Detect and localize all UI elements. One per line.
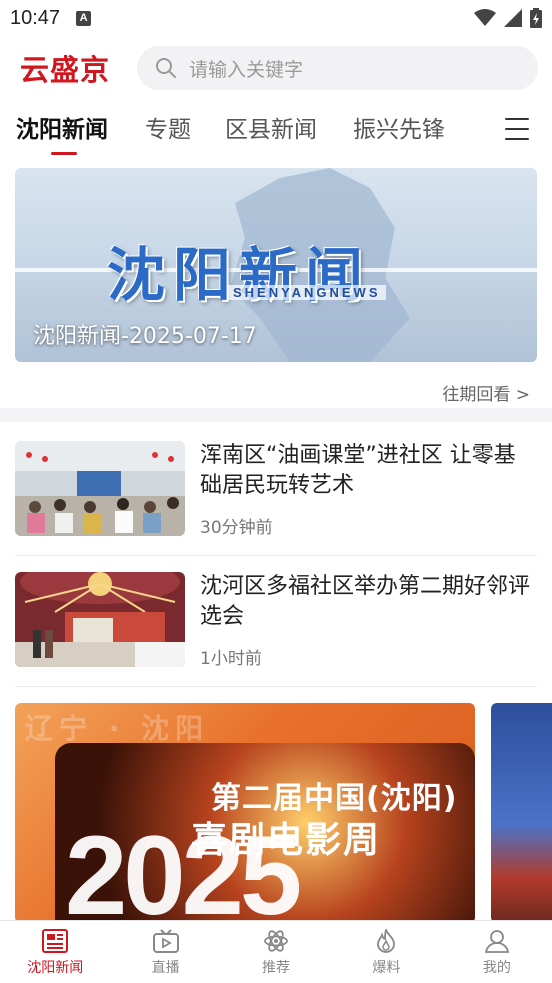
nav-label: 爆料	[372, 960, 401, 976]
feature-card-next[interactable]	[491, 703, 552, 923]
menu-icon[interactable]	[505, 118, 529, 140]
news-time: 30分钟前	[200, 518, 273, 538]
list-separator	[15, 686, 537, 687]
search-input[interactable]: 请输入关键字	[137, 46, 538, 90]
banner-caption: 沈阳新闻-2025-07-17	[33, 324, 257, 349]
nav-live[interactable]: 直播	[110, 921, 220, 983]
search-placeholder: 请输入关键字	[189, 58, 304, 81]
status-bar: 10:47 A	[0, 0, 552, 36]
tv-play-icon	[152, 929, 179, 953]
app-logo: 云盛京	[20, 53, 111, 87]
feature-card[interactable]: 辽宁 · 沈阳 2025 第二届中国(沈阳) 喜剧电影周	[15, 703, 475, 923]
nav-label: 推荐	[262, 960, 291, 976]
nav-label: 直播	[151, 960, 180, 976]
wifi-icon	[474, 9, 496, 26]
tab-shenyang-news[interactable]: 沈阳新闻	[16, 110, 108, 144]
user-icon	[484, 930, 509, 953]
tab-district-news[interactable]: 区县新闻	[225, 110, 317, 144]
news-headline: 沈河区多福社区举办第二期好邻评选会	[200, 574, 531, 629]
nav-label: 沈阳新闻	[27, 960, 84, 976]
nav-recommend[interactable]: 推荐	[221, 921, 331, 983]
flame-icon	[377, 929, 396, 953]
newspaper-icon	[42, 929, 69, 953]
search-icon	[156, 58, 176, 78]
atom-icon	[264, 930, 288, 952]
card-title-line2: 喜剧电影周	[191, 820, 382, 861]
banner-art-subtitle: SHENYANGNEWS	[227, 285, 387, 300]
nav-label: 我的	[482, 960, 511, 976]
channel-tabs: 沈阳新闻 专题 区县新闻 振兴先锋	[0, 104, 552, 160]
signal-icon	[504, 9, 522, 27]
status-time: 10:47	[10, 6, 61, 29]
nav-mine[interactable]: 我的	[442, 921, 552, 983]
battery-icon	[530, 8, 542, 28]
notification-icon: A	[76, 10, 92, 26]
bottom-navigation: 沈阳新闻 直播 推荐 爆料 我的	[0, 920, 552, 983]
card-ghost-text: 辽宁 · 沈阳	[25, 712, 210, 745]
news-time: 1小时前	[200, 649, 262, 669]
tab-special-topics[interactable]: 专题	[145, 110, 191, 144]
news-thumbnail	[15, 572, 185, 667]
news-headline: 浑南区“油画课堂”进社区 让零基础居民玩转艺术	[200, 443, 516, 498]
list-item[interactable]: 沈河区多福社区举办第二期好邻评选会 1小时前	[15, 572, 537, 688]
nav-tipoff[interactable]: 爆料	[331, 921, 441, 983]
section-divider	[0, 408, 552, 422]
tab-revitalization-pioneers[interactable]: 振兴先锋	[353, 110, 445, 144]
app-header: 云盛京 请输入关键字	[0, 44, 552, 92]
active-tab-indicator	[51, 152, 77, 155]
history-link[interactable]: 往期回看 >	[442, 380, 530, 405]
news-thumbnail	[15, 441, 185, 536]
nav-shenyang-news[interactable]: 沈阳新闻	[0, 921, 110, 983]
featured-banner[interactable]: 沈阳新闻 SHENYANGNEWS 沈阳新闻-2025-07-17	[15, 168, 537, 362]
list-item[interactable]: 浑南区“油画课堂”进社区 让零基础居民玩转艺术 30分钟前	[15, 441, 537, 557]
list-separator	[15, 555, 537, 556]
